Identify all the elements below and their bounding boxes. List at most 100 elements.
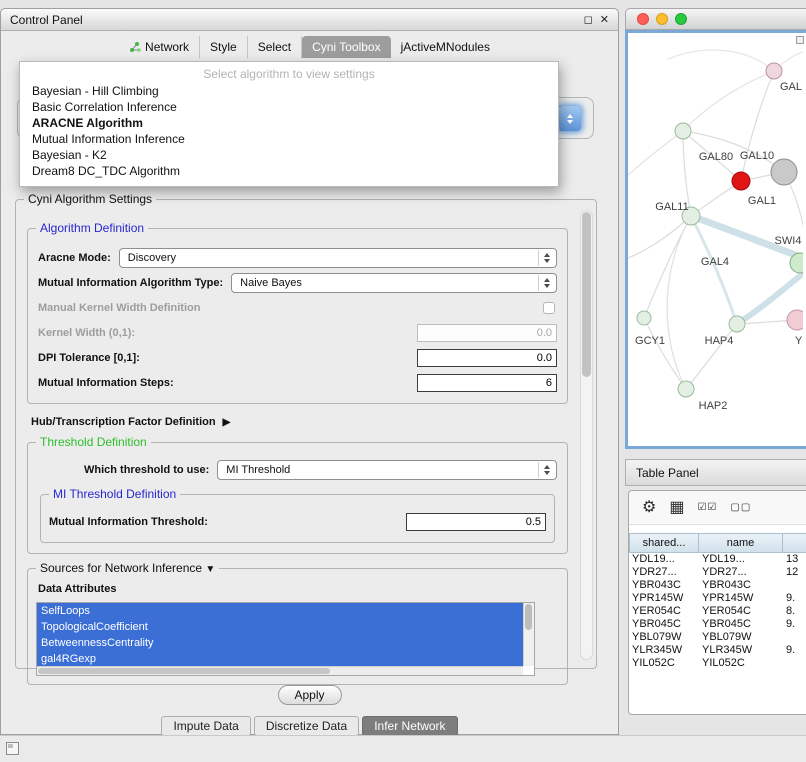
algorithm-option[interactable]: ARACNE Algorithm — [20, 115, 558, 131]
table-row[interactable]: YBR043CYBR043C — [629, 579, 806, 592]
table-cell: 9. — [783, 644, 806, 657]
float-window-icon[interactable]: ◻ — [584, 13, 593, 26]
algorithm-option[interactable]: Dream8 DC_TDC Algorithm — [20, 163, 558, 179]
network-edge — [644, 318, 686, 389]
table-row[interactable]: YIL052CYIL052C — [629, 657, 806, 670]
network-scrollbar-button[interactable] — [796, 36, 804, 44]
mi-type-select[interactable]: Naive Bayes — [231, 273, 557, 293]
network-node[interactable] — [766, 63, 782, 79]
data-attributes-list[interactable]: SelfLoopsTopologicalCoefficientBetweenne… — [36, 602, 535, 676]
network-node[interactable] — [787, 310, 803, 330]
table-row[interactable]: YLR345WYLR345W9. — [629, 644, 806, 657]
table-row[interactable]: YDR27...YDR27...12 — [629, 566, 806, 579]
table-cell: 9. — [783, 592, 806, 605]
mi-steps-input[interactable] — [417, 374, 557, 392]
network-node[interactable] — [732, 172, 750, 190]
settings-vertical-scrollbar[interactable] — [580, 210, 593, 660]
cyni-algorithm-settings-group: Cyni Algorithm Settings Algorithm Defini… — [15, 199, 597, 669]
deselect-all-icon[interactable]: ▢▢ — [730, 500, 751, 516]
close-icon[interactable]: ✕ — [600, 13, 609, 26]
gear-icon[interactable]: ⚙ — [642, 500, 656, 516]
algorithm-option[interactable]: Bayesian - K2 — [20, 147, 558, 163]
select-all-icon[interactable]: ☑☑ — [697, 500, 717, 516]
column-header-partial[interactable] — [783, 533, 806, 553]
network-node[interactable] — [675, 123, 691, 139]
table-header: shared... name — [629, 533, 806, 553]
attribute-item[interactable]: gal4RGexp — [37, 651, 523, 667]
network-node-label: GCY1 — [635, 335, 665, 347]
control-panel-titlebar[interactable]: Control Panel ◻ ✕ — [1, 9, 618, 31]
restore-panel-icon[interactable] — [6, 742, 19, 755]
aracne-mode-select[interactable]: Discovery — [119, 248, 557, 268]
table-row[interactable]: YDL19...YDL19...13 — [629, 553, 806, 566]
attribute-item[interactable]: SelfLoops — [37, 603, 523, 619]
zoom-traffic-light-icon[interactable] — [675, 13, 687, 25]
dpi-tolerance-input[interactable] — [417, 349, 557, 367]
table-panel-titlebar[interactable]: Table Panel — [625, 459, 806, 486]
tab-network[interactable]: Network — [119, 36, 200, 58]
table-cell: YBL079W — [629, 631, 699, 644]
tab-label: Style — [210, 40, 237, 54]
network-node-label: GAL4 — [701, 256, 729, 268]
tab-discretize-data[interactable]: Discretize Data — [254, 716, 359, 736]
which-threshold-row: Which threshold to use: MI Threshold — [38, 457, 557, 482]
hub-definition-toggle[interactable]: Hub/Transcription Factor Definition ▶ — [31, 416, 568, 428]
network-node-label: Y — [795, 335, 803, 347]
sources-title-text: Sources for Network Inference — [40, 561, 202, 575]
table-cell: YBR043C — [629, 579, 699, 592]
network-node-label: GAL — [780, 81, 802, 93]
scrollbar-thumb[interactable] — [582, 212, 591, 377]
close-traffic-light-icon[interactable] — [637, 13, 649, 25]
combo-arrows-icon[interactable] — [559, 106, 581, 131]
which-threshold-select[interactable]: MI Threshold — [217, 460, 557, 480]
algorithm-option[interactable]: Basic Correlation Inference — [20, 99, 558, 115]
mi-threshold-input[interactable] — [406, 513, 546, 531]
dpi-tolerance-label: DPI Tolerance [0,1]: — [38, 352, 140, 364]
table-row[interactable]: YBR045CYBR045C9. — [629, 618, 806, 631]
table-row[interactable]: YBL079WYBL079W — [629, 631, 806, 644]
attributes-vertical-scrollbar[interactable] — [523, 603, 534, 666]
network-edge — [628, 131, 683, 175]
network-node-label: GAL11 — [655, 201, 688, 213]
attributes-horizontal-scrollbar[interactable] — [37, 666, 523, 675]
tab-select[interactable]: Select — [248, 36, 302, 58]
attribute-item[interactable]: TopologicalCoefficient — [37, 619, 523, 635]
chevron-right-icon: ▶ — [223, 417, 231, 428]
apply-button[interactable]: Apply — [277, 685, 341, 705]
tab-style[interactable]: Style — [200, 36, 248, 58]
kernel-width-row: Kernel Width (0,1): — [38, 320, 557, 345]
table-row[interactable]: YPR145WYPR145W9. — [629, 592, 806, 605]
algorithm-option[interactable]: Mutual Information Inference — [20, 131, 558, 147]
tab-label: Select — [258, 40, 291, 54]
columns-icon[interactable]: ▦ — [669, 500, 684, 516]
network-edge — [741, 71, 774, 181]
threshold-definition-group: Threshold Definition Which threshold to … — [27, 442, 568, 554]
column-header-name[interactable]: name — [699, 533, 783, 553]
table-cell: YBR045C — [629, 618, 699, 631]
tab-impute-data[interactable]: Impute Data — [161, 716, 250, 736]
algorithm-options: Bayesian - Hill ClimbingBasic Correlatio… — [20, 83, 558, 179]
algorithm-option[interactable]: Bayesian - Hill Climbing — [20, 83, 558, 99]
attribute-item[interactable]: BetweennessCentrality — [37, 635, 523, 651]
sources-group-title[interactable]: Sources for Network Inference ▼ — [36, 561, 219, 577]
table-cell: 13 — [783, 553, 806, 566]
table-cell: YDL19... — [699, 553, 783, 566]
network-node[interactable] — [678, 381, 694, 397]
tab-infer-network[interactable]: Infer Network — [362, 716, 457, 736]
network-node[interactable] — [729, 316, 745, 332]
tab-label: Network — [145, 40, 189, 54]
bottom-strip — [0, 735, 806, 762]
tab-jactivemnodules[interactable]: jActiveMNodules — [391, 36, 500, 58]
table-cell — [783, 579, 806, 592]
network-node[interactable] — [771, 159, 797, 185]
network-view-titlebar[interactable] — [625, 8, 806, 30]
network-node[interactable] — [637, 311, 651, 325]
table-cell: 8. — [783, 605, 806, 618]
table-panel-title: Table Panel — [636, 466, 699, 480]
column-header-shared[interactable]: shared... — [629, 533, 699, 553]
network-node-label: GAL80 — [699, 151, 733, 163]
network-canvas[interactable]: GALGAL80GAL10GAL11GAL1SWI4GAL4GCY1HAP4YH… — [625, 30, 806, 449]
minimize-traffic-light-icon[interactable] — [656, 13, 668, 25]
tab-cyni-toolbox[interactable]: Cyni Toolbox — [302, 36, 390, 58]
table-row[interactable]: YER054CYER054C8. — [629, 605, 806, 618]
